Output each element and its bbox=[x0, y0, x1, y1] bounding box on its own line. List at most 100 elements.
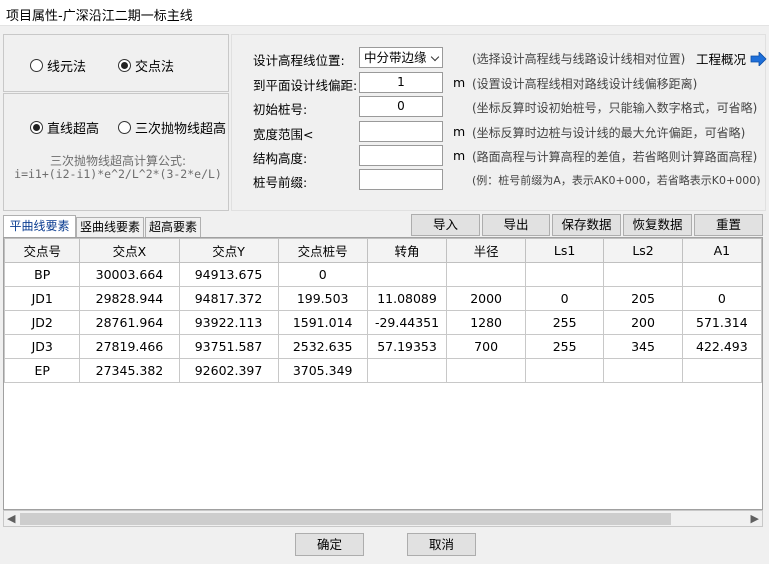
scroll-left-icon[interactable]: ◀ bbox=[7, 512, 15, 525]
station-prefix-input[interactable] bbox=[359, 169, 443, 190]
restore-data-button[interactable]: 恢复数据 bbox=[623, 214, 692, 236]
design-line-hint: (选择设计高程线与线路设计线相对位置) bbox=[472, 52, 686, 66]
scrollbar-thumb[interactable] bbox=[20, 513, 671, 525]
table-cell[interactable] bbox=[603, 358, 683, 383]
column-header[interactable]: A1 bbox=[681, 238, 762, 263]
window-title: 项目属性-广深沿江二期一标主线 bbox=[6, 9, 193, 24]
offset-label: 到平面设计线偏距: bbox=[253, 78, 358, 93]
table-cell[interactable]: 205 bbox=[603, 286, 683, 311]
table-cell[interactable]: 1591.014 bbox=[277, 310, 368, 335]
column-header[interactable]: 交点号 bbox=[4, 238, 81, 263]
table-cell[interactable]: 30003.664 bbox=[79, 262, 180, 287]
tab-superelevation[interactable]: 超高要素 bbox=[145, 217, 201, 237]
table-cell[interactable]: 27345.382 bbox=[79, 358, 180, 383]
method-panel: 线元法 交点法 bbox=[3, 34, 229, 92]
table-cell[interactable]: JD3 bbox=[4, 334, 81, 359]
table-cell[interactable]: 94817.372 bbox=[178, 286, 279, 311]
table-cell[interactable]: 422.493 bbox=[681, 334, 762, 359]
structure-height-input[interactable] bbox=[359, 145, 443, 166]
column-header[interactable]: 转角 bbox=[366, 238, 448, 263]
horizontal-curve-table: 交点号 交点X 交点Y 交点桩号 转角 半径 Ls1 Ls2 A1 BP 300… bbox=[3, 237, 763, 510]
export-button[interactable]: 导出 bbox=[482, 214, 550, 236]
radio-linear-superelevation[interactable]: 直线超高 bbox=[30, 118, 99, 137]
column-header[interactable]: 半径 bbox=[446, 238, 526, 263]
tab-vertical-curve[interactable]: 竖曲线要素 bbox=[76, 217, 144, 237]
column-header[interactable]: 交点桩号 bbox=[277, 238, 368, 263]
chevron-down-icon bbox=[430, 52, 440, 62]
radio-cubic-superelevation[interactable]: 三次抛物线超高 bbox=[118, 118, 226, 137]
table-cell[interactable] bbox=[524, 358, 605, 383]
table-cell[interactable]: -29.44351 bbox=[366, 310, 448, 335]
table-cell[interactable]: 28761.964 bbox=[79, 310, 180, 335]
column-header[interactable]: 交点Y bbox=[178, 238, 279, 263]
table-cell[interactable]: 200 bbox=[603, 310, 683, 335]
table-row[interactable]: JD3 27819.466 93751.587 2532.635 57.1935… bbox=[4, 334, 762, 359]
table-cell[interactable] bbox=[446, 358, 526, 383]
offset-hint: (设置设计高程线相对路线设计线偏移距离) bbox=[472, 77, 698, 91]
table-cell[interactable] bbox=[366, 358, 448, 383]
table-row[interactable]: JD1 29828.944 94817.372 199.503 11.08089… bbox=[4, 286, 762, 311]
table-cell[interactable]: JD2 bbox=[4, 310, 81, 335]
table-cell[interactable]: 199.503 bbox=[277, 286, 368, 311]
table-cell[interactable]: 1280 bbox=[446, 310, 526, 335]
radio-intersection-method[interactable]: 交点法 bbox=[118, 56, 174, 75]
table-cell[interactable]: 0 bbox=[277, 262, 368, 287]
table-header-row: 交点号 交点X 交点Y 交点桩号 转角 半径 Ls1 Ls2 A1 bbox=[4, 238, 762, 263]
column-header[interactable]: 交点X bbox=[79, 238, 180, 263]
table-cell[interactable]: 94913.675 bbox=[178, 262, 279, 287]
project-overview-link[interactable]: 工程概况 bbox=[696, 49, 767, 68]
table-row[interactable]: JD2 28761.964 93922.113 1591.014 -29.443… bbox=[4, 310, 762, 335]
table-cell[interactable] bbox=[681, 262, 762, 287]
table-cell[interactable] bbox=[603, 262, 683, 287]
save-data-button[interactable]: 保存数据 bbox=[552, 214, 621, 236]
table-cell[interactable]: 255 bbox=[524, 310, 605, 335]
table-row[interactable]: BP 30003.664 94913.675 0 bbox=[4, 262, 762, 287]
design-line-select[interactable]: 中分带边缘 bbox=[359, 47, 443, 68]
radio-element-method[interactable]: 线元法 bbox=[30, 56, 86, 75]
table-cell[interactable]: 2532.635 bbox=[277, 334, 368, 359]
radio-circle-icon bbox=[30, 59, 43, 72]
table-cell[interactable]: 92602.397 bbox=[178, 358, 279, 383]
ok-button[interactable]: 确定 bbox=[295, 533, 364, 556]
table-cell[interactable]: BP bbox=[4, 262, 81, 287]
table-cell[interactable]: JD1 bbox=[4, 286, 81, 311]
width-unit: m bbox=[453, 124, 466, 139]
table-cell[interactable]: 93922.113 bbox=[178, 310, 279, 335]
table-cell[interactable] bbox=[524, 262, 605, 287]
table-cell[interactable]: 2000 bbox=[446, 286, 526, 311]
formula-text: i=i1+(i2-i1)*e^2/L^2*(3-2*e/L) bbox=[14, 167, 222, 181]
table-cell[interactable]: 93751.587 bbox=[178, 334, 279, 359]
structure-height-label: 结构高度: bbox=[253, 151, 308, 166]
table-cell[interactable]: 345 bbox=[603, 334, 683, 359]
table-cell[interactable]: 11.08089 bbox=[366, 286, 448, 311]
offset-input[interactable]: 1 bbox=[359, 72, 443, 93]
import-button[interactable]: 导入 bbox=[411, 214, 480, 236]
column-header[interactable]: Ls1 bbox=[524, 238, 605, 263]
table-cell[interactable]: 0 bbox=[681, 286, 762, 311]
station-prefix-hint: (例：桩号前缀为A，表示AK0+000，若省略表示K0+000) bbox=[472, 174, 761, 187]
table-cell[interactable]: 27819.466 bbox=[79, 334, 180, 359]
table-cell[interactable]: 0 bbox=[524, 286, 605, 311]
table-cell[interactable]: 3705.349 bbox=[277, 358, 368, 383]
table-cell[interactable]: 57.19353 bbox=[366, 334, 448, 359]
table-cell[interactable]: EP bbox=[4, 358, 81, 383]
cancel-button[interactable]: 取消 bbox=[407, 533, 476, 556]
table-cell[interactable]: 571.314 bbox=[681, 310, 762, 335]
reset-button[interactable]: 重置 bbox=[694, 214, 763, 236]
table-cell[interactable]: 700 bbox=[446, 334, 526, 359]
scroll-right-icon[interactable]: ▶ bbox=[751, 512, 759, 525]
tab-horizontal-curve[interactable]: 平曲线要素 bbox=[3, 215, 76, 238]
start-station-input[interactable]: 0 bbox=[359, 96, 443, 117]
table-cell[interactable] bbox=[446, 262, 526, 287]
width-input[interactable] bbox=[359, 121, 443, 142]
horizontal-scrollbar[interactable]: ◀ ▶ bbox=[3, 510, 763, 527]
table-cell[interactable] bbox=[681, 358, 762, 383]
table-row[interactable]: EP 27345.382 92602.397 3705.349 bbox=[4, 358, 762, 383]
table-cell[interactable] bbox=[366, 262, 448, 287]
column-header[interactable]: Ls2 bbox=[603, 238, 683, 263]
table-cell[interactable]: 255 bbox=[524, 334, 605, 359]
structure-height-unit: m bbox=[453, 148, 466, 163]
radio-label: 三次抛物线超高 bbox=[135, 122, 227, 137]
title-bar: 项目属性-广深沿江二期一标主线 bbox=[0, 0, 769, 26]
table-cell[interactable]: 29828.944 bbox=[79, 286, 180, 311]
